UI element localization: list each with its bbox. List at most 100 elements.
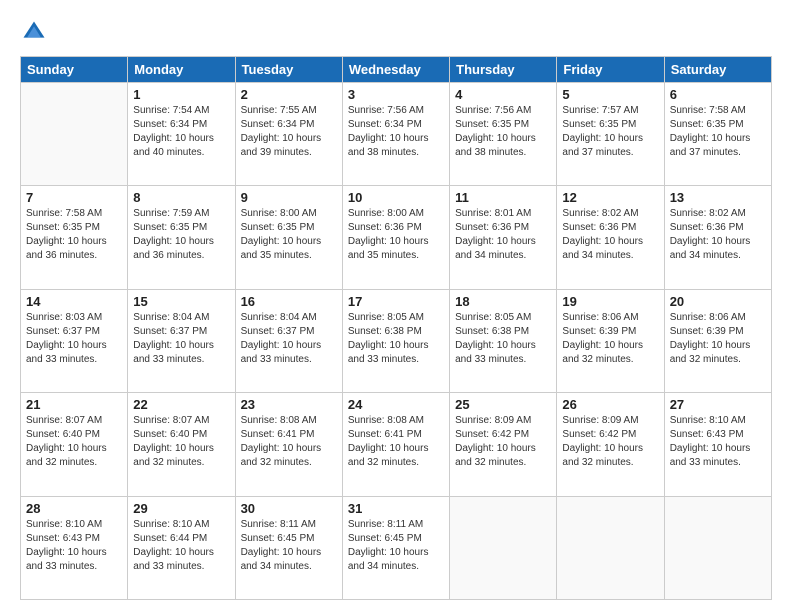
day-info: Sunrise: 8:07 AMSunset: 6:40 PMDaylight:… — [26, 414, 122, 470]
weekday-header-sunday: Sunday — [21, 57, 128, 83]
calendar-cell: 29Sunrise: 8:10 AMSunset: 6:44 PMDayligh… — [128, 496, 235, 599]
calendar-week-row: 1 Sunrise: 7:54 AMSunset: 6:34 PMDaylight… — [21, 83, 772, 186]
weekday-header-tuesday: Tuesday — [235, 57, 342, 83]
day-number: 20 — [670, 294, 766, 309]
calendar-cell: 16 Sunrise: 8:04 AMSunset: 6:37 PMDayligh… — [235, 289, 342, 392]
page: SundayMondayTuesdayWednesdayThursdayFrid… — [0, 0, 792, 612]
calendar-cell: 2Sunrise: 7:55 AMSunset: 6:34 PMDaylight… — [235, 83, 342, 186]
calendar-cell: 28 Sunrise: 8:10 AMSunset: 6:43 PMDayligh… — [21, 496, 128, 599]
calendar-cell: 20 Sunrise: 8:06 AMSunset: 6:39 PMDayligh… — [664, 289, 771, 392]
weekday-header-friday: Friday — [557, 57, 664, 83]
day-number: 27 — [670, 397, 766, 412]
day-info: Sunrise: 8:02 AMSunset: 6:36 PMDaylight:… — [562, 207, 658, 263]
calendar-cell: 26 Sunrise: 8:09 AMSunset: 6:42 PMDayligh… — [557, 393, 664, 496]
day-info: Sunrise: 8:01 AMSunset: 6:36 PMDaylight:… — [455, 207, 551, 263]
day-info: Sunrise: 8:11 AMSunset: 6:45 PMDaylight:… — [241, 518, 337, 574]
calendar-cell: 11Sunrise: 8:01 AMSunset: 6:36 PMDayligh… — [450, 186, 557, 289]
calendar-cell: 15 Sunrise: 8:04 AMSunset: 6:37 PMDayligh… — [128, 289, 235, 392]
calendar-cell: 7Sunrise: 7:58 AMSunset: 6:35 PMDaylight… — [21, 186, 128, 289]
day-number: 26 — [562, 397, 658, 412]
calendar-cell: 18 Sunrise: 8:05 AMSunset: 6:38 PMDayligh… — [450, 289, 557, 392]
day-number: 22 — [133, 397, 229, 412]
logo — [20, 18, 52, 46]
day-number: 5 — [562, 87, 658, 102]
logo-icon — [20, 18, 48, 46]
calendar-week-row: 7Sunrise: 7:58 AMSunset: 6:35 PMDaylight… — [21, 186, 772, 289]
day-number: 8 — [133, 190, 229, 205]
day-number: 13 — [670, 190, 766, 205]
day-info: Sunrise: 8:02 AMSunset: 6:36 PMDaylight:… — [670, 207, 766, 263]
day-info: Sunrise: 7:56 AMSunset: 6:35 PMDaylight:… — [455, 104, 551, 160]
day-number: 30 — [241, 501, 337, 516]
calendar-cell — [664, 496, 771, 599]
day-number: 15 — [133, 294, 229, 309]
day-info: Sunrise: 8:03 AMSunset: 6:37 PMDaylight:… — [26, 311, 122, 367]
day-info: Sunrise: 8:09 AMSunset: 6:42 PMDaylight:… — [562, 414, 658, 470]
day-number: 16 — [241, 294, 337, 309]
weekday-header-row: SundayMondayTuesdayWednesdayThursdayFrid… — [21, 57, 772, 83]
day-number: 9 — [241, 190, 337, 205]
day-number: 19 — [562, 294, 658, 309]
calendar-cell: 9 Sunrise: 8:00 AMSunset: 6:35 PMDaylight… — [235, 186, 342, 289]
day-info: Sunrise: 8:11 AMSunset: 6:45 PMDaylight:… — [348, 518, 444, 574]
calendar-cell: 21 Sunrise: 8:07 AMSunset: 6:40 PMDayligh… — [21, 393, 128, 496]
day-number: 21 — [26, 397, 122, 412]
day-number: 10 — [348, 190, 444, 205]
day-number: 6 — [670, 87, 766, 102]
day-info: Sunrise: 8:06 AMSunset: 6:39 PMDaylight:… — [670, 311, 766, 367]
day-number: 25 — [455, 397, 551, 412]
day-info: Sunrise: 8:04 AMSunset: 6:37 PMDaylight:… — [241, 311, 337, 367]
day-number: 31 — [348, 501, 444, 516]
day-info: Sunrise: 8:00 AMSunset: 6:35 PMDaylight:… — [241, 207, 337, 263]
calendar-cell: 27 Sunrise: 8:10 AMSunset: 6:43 PMDayligh… — [664, 393, 771, 496]
calendar-cell — [21, 83, 128, 186]
day-info: Sunrise: 7:58 AMSunset: 6:35 PMDaylight:… — [670, 104, 766, 160]
weekday-header-thursday: Thursday — [450, 57, 557, 83]
calendar-cell — [557, 496, 664, 599]
day-info: Sunrise: 8:05 AMSunset: 6:38 PMDaylight:… — [455, 311, 551, 367]
calendar-week-row: 21 Sunrise: 8:07 AMSunset: 6:40 PMDayligh… — [21, 393, 772, 496]
day-number: 1 — [133, 87, 229, 102]
day-number: 7 — [26, 190, 122, 205]
weekday-header-monday: Monday — [128, 57, 235, 83]
calendar-week-row: 14 Sunrise: 8:03 AMSunset: 6:37 PMDayligh… — [21, 289, 772, 392]
day-info: Sunrise: 7:57 AMSunset: 6:35 PMDaylight:… — [562, 104, 658, 160]
header — [20, 18, 772, 46]
calendar-cell: 6 Sunrise: 7:58 AMSunset: 6:35 PMDaylight… — [664, 83, 771, 186]
day-info: Sunrise: 7:54 AMSunset: 6:34 PMDaylight:… — [133, 104, 229, 160]
weekday-header-wednesday: Wednesday — [342, 57, 449, 83]
day-number: 23 — [241, 397, 337, 412]
calendar-cell: 24Sunrise: 8:08 AMSunset: 6:41 PMDayligh… — [342, 393, 449, 496]
calendar-table: SundayMondayTuesdayWednesdayThursdayFrid… — [20, 56, 772, 600]
calendar-cell: 14 Sunrise: 8:03 AMSunset: 6:37 PMDayligh… — [21, 289, 128, 392]
day-info: Sunrise: 8:05 AMSunset: 6:38 PMDaylight:… — [348, 311, 444, 367]
day-number: 17 — [348, 294, 444, 309]
calendar-cell: 1 Sunrise: 7:54 AMSunset: 6:34 PMDaylight… — [128, 83, 235, 186]
calendar-cell: 13 Sunrise: 8:02 AMSunset: 6:36 PMDayligh… — [664, 186, 771, 289]
day-number: 28 — [26, 501, 122, 516]
day-info: Sunrise: 8:08 AMSunset: 6:41 PMDaylight:… — [241, 414, 337, 470]
day-info: Sunrise: 8:10 AMSunset: 6:43 PMDaylight:… — [670, 414, 766, 470]
day-info: Sunrise: 7:59 AMSunset: 6:35 PMDaylight:… — [133, 207, 229, 263]
day-info: Sunrise: 8:00 AMSunset: 6:36 PMDaylight:… — [348, 207, 444, 263]
day-number: 12 — [562, 190, 658, 205]
calendar-cell: 3Sunrise: 7:56 AMSunset: 6:34 PMDaylight… — [342, 83, 449, 186]
calendar-cell: 8 Sunrise: 7:59 AMSunset: 6:35 PMDaylight… — [128, 186, 235, 289]
day-info: Sunrise: 8:06 AMSunset: 6:39 PMDaylight:… — [562, 311, 658, 367]
calendar-cell: 10 Sunrise: 8:00 AMSunset: 6:36 PMDayligh… — [342, 186, 449, 289]
calendar-cell: 25 Sunrise: 8:09 AMSunset: 6:42 PMDayligh… — [450, 393, 557, 496]
day-info: Sunrise: 8:10 AMSunset: 6:43 PMDaylight:… — [26, 518, 122, 574]
day-number: 24 — [348, 397, 444, 412]
day-info: Sunrise: 8:09 AMSunset: 6:42 PMDaylight:… — [455, 414, 551, 470]
calendar-cell: 5 Sunrise: 7:57 AMSunset: 6:35 PMDaylight… — [557, 83, 664, 186]
day-info: Sunrise: 8:04 AMSunset: 6:37 PMDaylight:… — [133, 311, 229, 367]
weekday-header-saturday: Saturday — [664, 57, 771, 83]
day-number: 18 — [455, 294, 551, 309]
calendar-cell: 17 Sunrise: 8:05 AMSunset: 6:38 PMDayligh… — [342, 289, 449, 392]
day-info: Sunrise: 7:56 AMSunset: 6:34 PMDaylight:… — [348, 104, 444, 160]
calendar-cell: 12 Sunrise: 8:02 AMSunset: 6:36 PMDayligh… — [557, 186, 664, 289]
calendar-cell: 22Sunrise: 8:07 AMSunset: 6:40 PMDayligh… — [128, 393, 235, 496]
day-number: 4 — [455, 87, 551, 102]
day-number: 14 — [26, 294, 122, 309]
calendar-cell — [450, 496, 557, 599]
